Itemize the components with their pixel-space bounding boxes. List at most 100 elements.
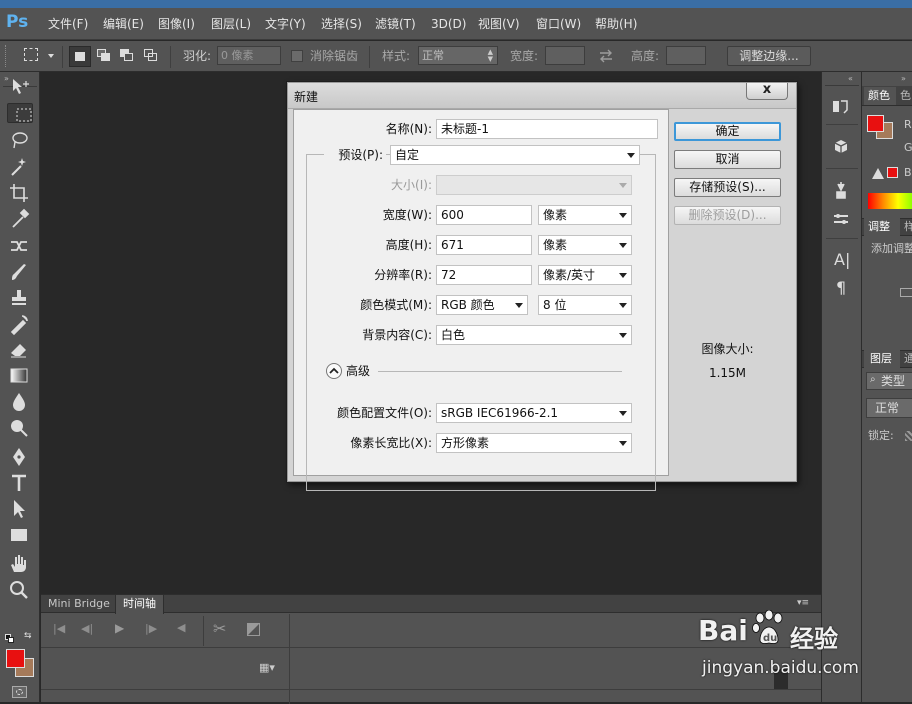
aspect-select[interactable]: 方形像素 xyxy=(436,433,632,453)
type-tool-icon[interactable] xyxy=(7,471,33,495)
width-input[interactable]: 600 xyxy=(436,205,532,225)
crop-tool-icon[interactable] xyxy=(7,181,33,205)
tab-color[interactable]: 颜色 xyxy=(864,87,896,105)
3d-icon[interactable] xyxy=(832,138,850,156)
dialog-titlebar[interactable]: 新建 xyxy=(288,83,796,109)
lasso-tool-icon[interactable] xyxy=(7,129,33,153)
advanced-toggle-button[interactable] xyxy=(326,363,342,379)
brush-tool-icon[interactable] xyxy=(7,260,33,284)
path-selection-icon[interactable] xyxy=(7,497,33,521)
eyedropper-icon[interactable] xyxy=(7,207,33,231)
width-input[interactable] xyxy=(545,46,585,65)
clone-stamp-icon[interactable] xyxy=(7,286,33,310)
add-selection-icon[interactable] xyxy=(97,49,111,63)
tab-timeline[interactable]: 时间轴 xyxy=(115,595,164,614)
zoom-tool-icon[interactable] xyxy=(7,578,33,602)
menu-item[interactable]: 视图(V) xyxy=(478,8,520,40)
height-unit-select[interactable]: 像素 xyxy=(538,235,632,255)
blur-tool-icon[interactable] xyxy=(7,390,33,414)
gamut-color-swatch[interactable] xyxy=(887,167,898,178)
layer-filter-select[interactable]: ⌕ 类型 xyxy=(866,372,912,390)
preset-dropdown-icon[interactable] xyxy=(48,54,54,58)
antialias-checkbox[interactable] xyxy=(291,50,303,62)
first-frame-icon[interactable]: |◀ xyxy=(53,622,65,635)
panel-fg-color-front[interactable] xyxy=(867,115,884,132)
character-icon[interactable]: A| xyxy=(834,250,850,269)
blend-mode-select[interactable]: 正常 xyxy=(866,398,912,418)
gradient-icon[interactable] xyxy=(7,364,33,388)
paragraph-icon[interactable]: ¶ xyxy=(836,278,846,297)
quick-mask-icon[interactable] xyxy=(12,686,27,698)
prev-frame-icon[interactable]: ◀| xyxy=(81,622,93,635)
tab-mini-bridge[interactable]: Mini Bridge xyxy=(41,595,117,613)
cancel-button[interactable]: 取消 xyxy=(674,150,781,169)
menu-item[interactable]: 3D(D) xyxy=(431,8,466,40)
menu-item[interactable]: 选择(S) xyxy=(321,8,362,40)
hand-tool-icon[interactable] xyxy=(7,552,33,576)
menu-item[interactable]: 图像(I) xyxy=(158,8,195,40)
style-select[interactable]: 正常 ▲ ▼ xyxy=(418,46,498,65)
tab-styles[interactable]: 样 xyxy=(904,218,912,236)
tab-layers[interactable]: 图层 xyxy=(864,350,900,368)
close-button[interactable]: x xyxy=(746,83,788,100)
ok-button[interactable]: 确定 xyxy=(674,122,781,141)
marquee-tool-icon[interactable] xyxy=(7,103,33,123)
background-select[interactable]: 白色 xyxy=(436,325,632,345)
bit-depth-select[interactable]: 8 位 xyxy=(538,295,632,315)
subtract-selection-icon[interactable] xyxy=(120,49,134,63)
height-input[interactable]: 671 xyxy=(436,235,532,255)
move-tool-icon[interactable] xyxy=(7,76,33,100)
foreground-color-swatch[interactable] xyxy=(6,649,25,668)
marquee-preset-icon[interactable] xyxy=(24,48,38,61)
refine-edge-button[interactable]: 调整边缘... xyxy=(727,46,811,66)
levels-icon[interactable] xyxy=(900,288,912,297)
menu-item[interactable]: 文件(F) xyxy=(48,8,88,40)
resolution-unit-select[interactable]: 像素/英寸 xyxy=(538,265,632,285)
history-icon[interactable] xyxy=(832,98,850,114)
feather-input[interactable]: 0 像素 xyxy=(217,46,281,65)
color-mode-select[interactable]: RGB 颜色 xyxy=(436,295,528,315)
color-spectrum[interactable] xyxy=(868,193,912,209)
filmstrip-icon[interactable]: ▦▾ xyxy=(259,661,275,674)
new-selection-icon[interactable] xyxy=(69,46,91,67)
expand-icon[interactable]: « xyxy=(848,74,853,83)
tab-channels[interactable]: 通 xyxy=(904,350,912,368)
play-icon[interactable]: ▶ xyxy=(115,621,124,635)
rectangle-tool-icon[interactable] xyxy=(7,523,33,547)
height-input[interactable] xyxy=(666,46,706,65)
default-colors-icon[interactable] xyxy=(5,634,14,643)
brush-settings-icon[interactable] xyxy=(832,212,850,228)
dodge-tool-icon[interactable] xyxy=(7,416,33,440)
tab-adjustments[interactable]: 调整 xyxy=(864,218,900,236)
menu-item[interactable]: 帮助(H) xyxy=(595,8,637,40)
width-unit-select[interactable]: 像素 xyxy=(538,205,632,225)
healing-brush-icon[interactable] xyxy=(7,234,33,258)
profile-select[interactable]: sRGB IEC61966-2.1 xyxy=(436,403,632,423)
next-frame-icon[interactable]: |▶ xyxy=(145,622,157,635)
eraser-icon[interactable] xyxy=(7,338,33,362)
menu-item[interactable]: 窗口(W) xyxy=(536,8,581,40)
intersect-selection-icon[interactable] xyxy=(144,49,158,63)
resolution-input[interactable]: 72 xyxy=(436,265,532,285)
transition-icon[interactable] xyxy=(247,623,260,636)
menu-item[interactable]: 图层(L) xyxy=(211,8,251,40)
history-brush-icon[interactable] xyxy=(7,312,33,336)
menu-item[interactable]: 滤镜(T) xyxy=(375,8,416,40)
tab-swatches[interactable]: 色 xyxy=(900,87,912,105)
split-scissors-icon[interactable]: ✂ xyxy=(213,619,226,638)
audio-icon[interactable]: ◀ xyxy=(177,621,185,634)
pen-tool-icon[interactable] xyxy=(7,445,33,469)
collapse-panels-icon[interactable]: » xyxy=(901,74,906,83)
menu-item[interactable]: 文字(Y) xyxy=(265,8,306,40)
menu-item[interactable]: 编辑(E) xyxy=(103,8,144,40)
brush-preset-icon[interactable] xyxy=(833,180,849,200)
name-input[interactable]: 未标题-1 xyxy=(436,119,658,139)
swap-dimensions-icon[interactable] xyxy=(598,49,614,63)
gamut-warning-icon[interactable] xyxy=(872,168,884,179)
save-preset-button[interactable]: 存储预设(S)... xyxy=(674,178,781,197)
swap-colors-icon[interactable]: ⇆ xyxy=(24,631,32,641)
options-grip[interactable] xyxy=(5,45,9,67)
preset-select[interactable]: 自定 xyxy=(390,145,640,165)
lock-transparency-icon[interactable] xyxy=(905,431,912,441)
quick-selection-icon[interactable] xyxy=(7,155,33,179)
